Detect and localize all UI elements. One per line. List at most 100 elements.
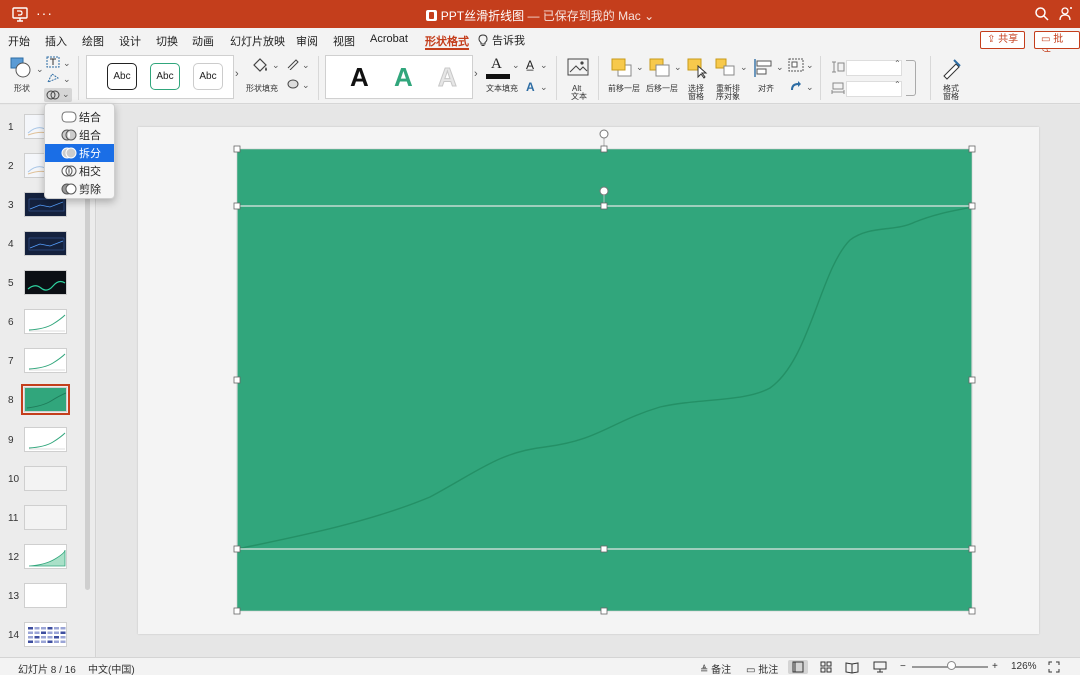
group-icon[interactable] [788,58,804,72]
resize-handle[interactable] [233,545,241,553]
thumbnail-row[interactable]: 14 [0,622,95,650]
resize-handle[interactable] [233,145,241,153]
text-effects-icon[interactable]: A [526,80,535,94]
format-pane-icon[interactable] [940,56,964,80]
tab-insert[interactable]: 插入 [45,33,67,49]
menu-item-union[interactable]: 结合 [45,108,114,126]
resize-handle[interactable] [233,607,241,615]
account-icon[interactable] [1058,6,1074,22]
slide-sorter-button[interactable] [816,660,836,674]
wordart-style-1[interactable]: A [350,62,369,93]
search-icon[interactable] [1034,6,1050,22]
chevron-down-icon[interactable]: ⌄ [63,58,71,69]
chevron-down-icon[interactable]: ⌄ [63,74,71,85]
lock-aspect-ratio-icon[interactable] [906,60,916,96]
gallery-more-icon[interactable]: › [235,68,239,80]
chevron-down-icon[interactable]: ⌄ [644,9,654,23]
resize-handle[interactable] [233,202,241,210]
resize-handle[interactable] [233,376,241,384]
resize-handle[interactable] [968,545,976,553]
text-fill-button[interactable]: A [486,56,510,79]
thumbnail-row[interactable]: 8 [0,384,95,415]
merge-shapes-button[interactable]: ⌄ [44,88,72,102]
comments-button[interactable]: ▭ 批注 [1034,31,1080,61]
shape-style-1[interactable]: Abc [107,63,137,90]
rotate-icon[interactable] [788,80,804,94]
paint-bucket-icon[interactable] [250,56,270,76]
menu-item-combine[interactable]: 组合 [45,126,114,144]
thumbnail-row[interactable]: 10 [0,466,95,494]
shapes-icon[interactable] [9,56,35,80]
resize-handle[interactable] [600,607,608,615]
wordart-style-2[interactable]: A [394,62,413,93]
shape-style-2[interactable]: Abc [150,63,180,90]
alt-text-icon[interactable] [567,58,591,78]
thumbnail-row[interactable]: 13 [0,583,95,611]
chevron-down-icon[interactable]: ⌄ [776,62,784,73]
height-stepper-icon[interactable]: ⌃ [894,59,901,68]
share-button[interactable]: ⇪ 共享 [980,31,1026,49]
slide-thumbnail[interactable] [21,384,70,415]
align-icon[interactable] [752,57,774,79]
slide-thumbnail[interactable] [24,544,67,569]
thumbnail-row[interactable]: 9 [0,427,95,455]
tab-slideshow[interactable]: 幻灯片放映 [230,33,285,49]
zoom-slider-knob[interactable] [947,661,956,670]
slide-thumbnail[interactable] [24,583,67,608]
selection-pane-icon[interactable] [686,57,708,79]
reading-view-button[interactable] [842,660,862,674]
comments-status-button[interactable]: ▭ 批注 [746,661,778,675]
tab-review[interactable]: 审阅 [296,33,318,49]
slide-thumbnail[interactable] [24,231,67,256]
tab-animations[interactable]: 动画 [192,33,214,49]
slide-thumbnail[interactable] [24,309,67,334]
chevron-down-icon[interactable]: ⌄ [806,82,814,93]
zoom-out-icon[interactable]: − [900,661,906,672]
gallery-more-icon[interactable]: › [474,68,478,80]
thumbnail-row[interactable]: 12 [0,544,95,572]
slide-thumbnail[interactable] [24,505,67,530]
resize-handle[interactable] [968,376,976,384]
shape-effects-icon[interactable] [286,78,300,90]
chevron-down-icon[interactable]: ⌄ [740,62,748,73]
reorder-objects-icon[interactable] [714,57,738,79]
resize-handle[interactable] [600,202,608,210]
language-indicator[interactable]: 中文(中国) [88,661,135,675]
text-outline-icon[interactable]: A̲ [526,58,534,72]
chevron-down-icon[interactable]: ⌄ [512,60,520,71]
tab-draw[interactable]: 绘图 [82,33,104,49]
edit-shape-icon[interactable] [46,72,60,84]
slide-thumbnail[interactable] [24,622,67,647]
tell-me-box[interactable]: 告诉我 [478,32,525,48]
rotate-handle[interactable] [599,129,609,139]
slide-thumbnail[interactable] [24,270,67,295]
green-rectangle-shape[interactable] [237,149,972,611]
chevron-down-icon[interactable]: ⌄ [302,60,310,71]
chevron-down-icon[interactable]: ⌄ [302,80,310,91]
send-backward-icon[interactable] [648,57,672,79]
tab-acrobat[interactable]: Acrobat [370,33,408,45]
tab-view[interactable]: 视图 [333,33,355,49]
tab-home[interactable]: 开始 [8,33,30,49]
chevron-down-icon[interactable]: ⌄ [636,62,644,73]
chevron-down-icon[interactable]: ⌄ [272,60,280,71]
menu-item-subtract[interactable]: 剪除 [45,180,114,198]
resize-handle[interactable] [600,545,608,553]
thumbnail-row[interactable]: 4 [0,231,95,259]
bring-forward-icon[interactable] [610,57,634,79]
slide-thumbnail[interactable] [24,466,67,491]
thumbnail-row[interactable]: 7 [0,348,95,376]
shape-style-3[interactable]: Abc [193,63,223,90]
chevron-down-icon[interactable]: ⌄ [806,60,814,71]
chevron-down-icon[interactable]: ⌄ [540,60,548,71]
chevron-down-icon[interactable]: ⌄ [36,64,44,75]
notes-button[interactable]: ≜ 备注 [700,661,731,675]
resize-handle[interactable] [600,145,608,153]
slide-thumbnail[interactable] [24,427,67,452]
fit-to-window-icon[interactable] [1048,661,1060,673]
normal-view-button[interactable] [788,660,808,674]
shape-outline-icon[interactable] [286,58,300,70]
thumbnail-row[interactable]: 11 [0,505,95,533]
chevron-down-icon[interactable]: ⌄ [540,82,548,93]
thumbnail-row[interactable]: 6 [0,309,95,337]
